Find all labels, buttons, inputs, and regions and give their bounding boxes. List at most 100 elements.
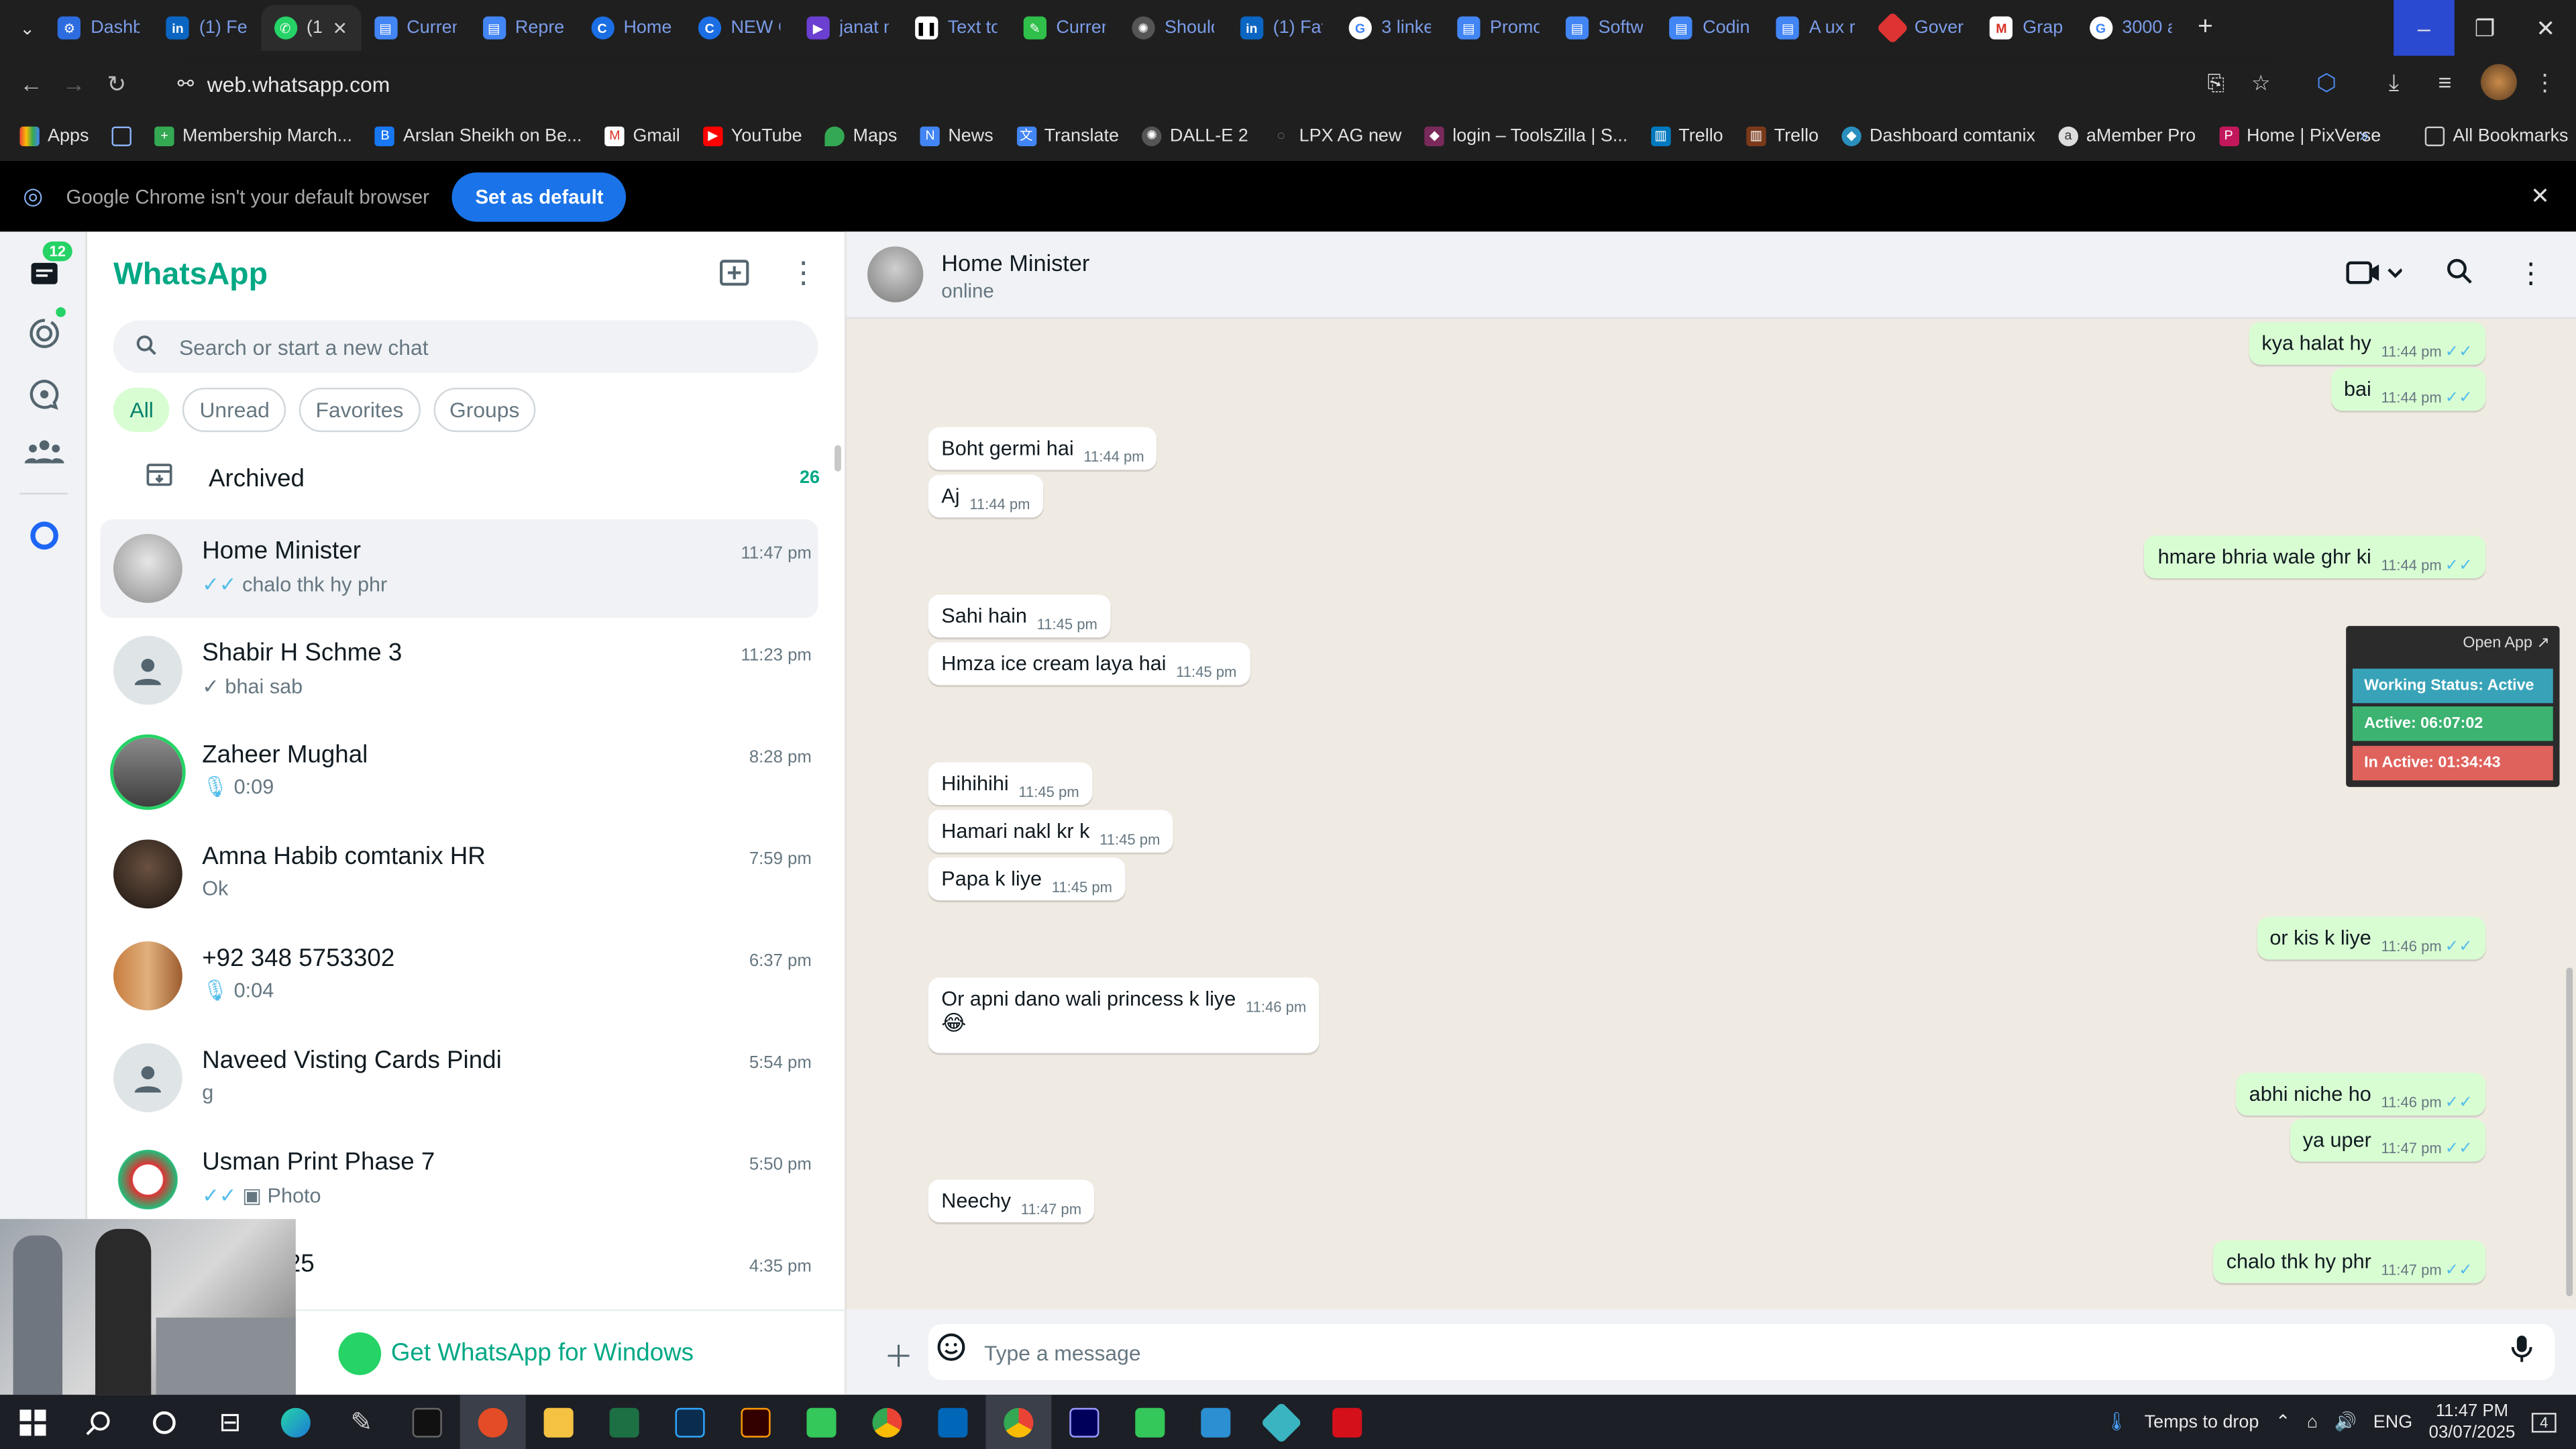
status-icon[interactable]	[23, 312, 66, 355]
menu-icon[interactable]: ⋮	[789, 258, 818, 295]
browser-tab[interactable]: in (1) Fat	[1227, 5, 1336, 51]
app-icon[interactable]	[1117, 1395, 1183, 1449]
excel-icon[interactable]	[592, 1395, 657, 1449]
cortana-icon[interactable]	[131, 1395, 197, 1449]
weather-text[interactable]: Temps to drop	[2145, 1412, 2259, 1432]
premiere-icon[interactable]	[1051, 1395, 1117, 1449]
contact-avatar[interactable]	[867, 246, 924, 303]
browser-tab[interactable]: in (1) Fe	[153, 5, 260, 51]
extensions-icon[interactable]: ⬡	[2316, 69, 2337, 97]
chat-row[interactable]: Zaheer Mughal 🎙 0:09 8:28 pm	[100, 723, 818, 822]
archived-row[interactable]: Archived 26	[113, 449, 820, 508]
message-outgoing[interactable]: kya halat hy 11:44 pm ✓✓	[2248, 322, 2486, 365]
attach-plus-icon[interactable]: ＋	[884, 1334, 914, 1377]
browser-tab[interactable]: ✺Should	[1118, 5, 1227, 51]
search-icon[interactable]	[66, 1395, 131, 1449]
message-input[interactable]	[928, 1324, 2555, 1381]
minimize-button[interactable]: –	[2394, 0, 2455, 56]
video-overlay[interactable]	[0, 1219, 296, 1395]
browser-tab[interactable]: ⚙ Dashb	[45, 5, 154, 51]
sticker-icon[interactable]	[936, 1332, 966, 1370]
start-button[interactable]	[0, 1395, 66, 1449]
bookmark-grid[interactable]	[111, 126, 132, 146]
show-hidden-icon[interactable]: ⌃	[2275, 1411, 2291, 1432]
bookmark[interactable]: N News	[920, 126, 994, 146]
video-call-icon[interactable]	[2346, 258, 2403, 295]
close-tab-icon[interactable]: ✕	[333, 17, 348, 38]
search-messages-icon[interactable]	[2447, 258, 2473, 292]
chip-unread[interactable]: Unread	[182, 387, 286, 433]
media-control-icon[interactable]: ≡	[2438, 69, 2451, 95]
browser-tab[interactable]: ❚❚ Text to	[902, 5, 1010, 51]
message-incoming[interactable]: Boht germi hai 11:44 pm	[928, 427, 1158, 470]
calculator-icon[interactable]	[1183, 1395, 1248, 1449]
notification-center[interactable]: 4	[2531, 1411, 2557, 1432]
bookmark[interactable]: Maps	[824, 126, 897, 146]
meta-ai-icon[interactable]	[23, 515, 66, 557]
bookmark[interactable]: + Membership March...	[154, 126, 352, 146]
bookmark[interactable]: ✺ DALL-E 2	[1142, 126, 1248, 146]
message-scrollbar[interactable]	[2566, 967, 2573, 1297]
menu-icon[interactable]: ⋮	[2533, 69, 2556, 97]
browser-tab[interactable]: ▤ Promo	[1444, 5, 1552, 51]
volume-icon[interactable]: 🔊	[2334, 1411, 2357, 1432]
app-icon[interactable]	[1248, 1395, 1314, 1449]
chip-all[interactable]: All	[113, 387, 170, 433]
browser-tab[interactable]: Gover	[1868, 5, 1977, 51]
bookmark[interactable]: 文 Translate	[1016, 126, 1119, 146]
bookmark[interactable]: a aMember Pro	[2058, 126, 2196, 146]
message-incoming[interactable]: Papa k liye 11:45 pm	[928, 857, 1126, 901]
browser-tab[interactable]: CNEW C	[685, 5, 794, 51]
browser-tab[interactable]: ▤ Repre	[469, 5, 578, 51]
message-area[interactable]: kya halat hy 11:44 pm ✓✓ bai 11:44 pm ✓✓ Boh…	[846, 319, 2576, 1309]
forward-button[interactable]: →	[52, 62, 95, 105]
download-icon[interactable]: ⤓	[2389, 69, 2399, 97]
bookmark[interactable]: ◆ login – ToolsZilla | S...	[1424, 126, 1627, 146]
back-button[interactable]: ←	[10, 62, 53, 105]
channels-icon[interactable]	[23, 373, 66, 416]
message-outgoing[interactable]: bai 11:44 pm ✓✓	[2330, 368, 2486, 411]
more-bookmarks-icon[interactable]: »	[2359, 127, 2369, 146]
browser-tab-active[interactable]: ✆ (1 ✕	[260, 5, 361, 51]
photoshop-icon[interactable]	[657, 1395, 723, 1449]
new-chat-icon[interactable]	[720, 258, 753, 295]
message-outgoing[interactable]: ya uper 11:47 pm ✓✓	[2290, 1118, 2486, 1162]
chat-row[interactable]: Naveed Visting Cards Pindi g 5:54 pm	[100, 1028, 818, 1127]
mic-icon[interactable]	[2510, 1334, 2533, 1372]
conversation-header[interactable]: Home Minister online ⋮	[846, 231, 2576, 319]
language-indicator[interactable]: ENG	[2373, 1412, 2412, 1432]
illustrator-icon[interactable]	[723, 1395, 789, 1449]
app-icon[interactable]	[460, 1395, 526, 1449]
acrobat-icon[interactable]	[1314, 1395, 1380, 1449]
chrome-active-icon[interactable]	[985, 1395, 1052, 1449]
app-icon[interactable]	[789, 1395, 855, 1449]
bookmark[interactable]: B Arslan Sheikh on Be...	[375, 126, 582, 146]
browser-tab[interactable]: ✎Curren	[1010, 5, 1119, 51]
chat-menu-icon[interactable]: ⋮	[2517, 258, 2545, 290]
chat-row[interactable]: Home Minister ✓✓ chalo thk hy phr 11:47 …	[100, 519, 818, 618]
network-icon[interactable]: ⌂	[2307, 1412, 2318, 1432]
message-outgoing[interactable]: chalo thk hy phr 11:47 pm ✓✓	[2213, 1240, 2486, 1283]
browser-tab[interactable]: M Grap	[1977, 5, 2076, 51]
set-default-button[interactable]: Set as default	[452, 171, 627, 221]
bookmark-star-icon[interactable]: ☆	[2251, 70, 2271, 97]
all-bookmarks[interactable]: All Bookmarks	[2424, 126, 2569, 146]
clock[interactable]: 11:47 PM 03/07/2025	[2429, 1401, 2516, 1444]
bookmark[interactable]: ▥ Trello	[1650, 126, 1723, 146]
tab-search-button[interactable]: ⌄	[10, 5, 45, 51]
profile-avatar[interactable]	[2480, 64, 2517, 101]
message-incoming[interactable]: Hamari nakl kr k 11:45 pm	[928, 810, 1173, 853]
restore-button[interactable]: ❐	[2455, 0, 2516, 56]
chrome-icon[interactable]	[854, 1395, 920, 1449]
browser-tab[interactable]: ▤ Softw	[1552, 5, 1657, 51]
address-bar[interactable]: ⚯ web.whatsapp.com ⎘ ☆	[161, 60, 2290, 107]
browser-tab[interactable]: ▤ A ux r	[1763, 5, 1868, 51]
edge-icon[interactable]	[263, 1395, 329, 1449]
communities-icon[interactable]	[23, 431, 66, 474]
close-infobar-icon[interactable]: ✕	[2530, 182, 2550, 211]
chat-row[interactable]: +92 348 5753302 🎙 0:04 6:37 pm	[100, 926, 818, 1025]
message-incoming[interactable]: Or apni dano wali princess k liye 11:46 p…	[928, 977, 1320, 1053]
chat-row[interactable]: Usman Print Phase 7 ✓✓ ▣ Photo 5:50 pm	[100, 1130, 818, 1229]
pen-icon[interactable]: ✎	[329, 1395, 394, 1449]
message-incoming[interactable]: Aj 11:44 pm	[928, 474, 1044, 518]
